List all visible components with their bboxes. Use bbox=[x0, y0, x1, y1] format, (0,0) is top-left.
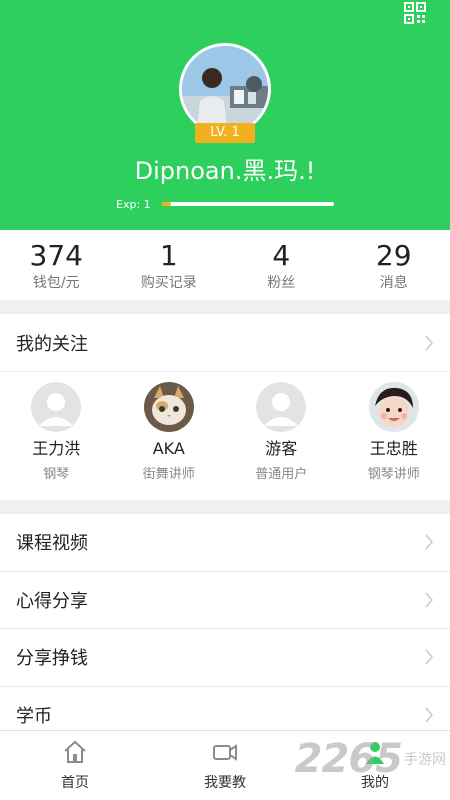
following-list: 王力洪 钢琴 AKA 街舞讲师 游客 普通用户 王忠胜 钢琴讲师 bbox=[0, 372, 450, 484]
level-badge: LV. 1 bbox=[195, 123, 255, 143]
default-avatar bbox=[256, 382, 307, 432]
menu-list: 课程视频 心得分享 分享挣钱 学币 bbox=[0, 514, 450, 744]
stat-label: 购买记录 bbox=[140, 275, 197, 291]
watermark-number: 2265 bbox=[294, 736, 403, 782]
user-avatar[interactable] bbox=[179, 43, 271, 135]
person-role: 钢琴 bbox=[43, 467, 70, 482]
chevron-right-icon bbox=[425, 592, 433, 608]
chevron-right-icon bbox=[425, 534, 433, 550]
followed-person[interactable]: AKA 街舞讲师 bbox=[113, 382, 226, 484]
default-avatar-icon bbox=[256, 382, 307, 432]
exp-progress-bar bbox=[162, 202, 334, 206]
default-avatar-icon bbox=[31, 382, 82, 432]
person-name: 王忠胜 bbox=[369, 439, 418, 458]
stat-label: 钱包/元 bbox=[32, 275, 80, 291]
person-name: AKA bbox=[152, 439, 185, 458]
followed-person[interactable]: 王力洪 钢琴 bbox=[0, 382, 113, 484]
default-avatar bbox=[31, 382, 82, 432]
watermark-text: 手游网 bbox=[404, 752, 446, 768]
user-photo bbox=[182, 46, 268, 132]
person-role: 街舞讲师 bbox=[142, 467, 195, 482]
qr-code-icon[interactable] bbox=[404, 2, 426, 24]
tab-label: 我要教 bbox=[204, 775, 246, 791]
stats-row: 374 钱包/元 1 购买记录 4 粉丝 29 消息 bbox=[0, 230, 450, 300]
stat-label: 粉丝 bbox=[267, 275, 296, 291]
tab-teach[interactable]: 我要教 bbox=[150, 731, 300, 800]
following-section: 我的关注 王力洪 钢琴 AKA 街舞讲师 游客 普通用户 王忠胜 钢琴讲师 bbox=[0, 314, 450, 500]
stat-fans[interactable]: 4 粉丝 bbox=[225, 230, 338, 300]
person-name: 王力洪 bbox=[32, 439, 81, 458]
menu-item-share-earn[interactable]: 分享挣钱 bbox=[0, 629, 450, 687]
video-camera-icon bbox=[213, 744, 237, 761]
stat-purchases[interactable]: 1 购买记录 bbox=[113, 230, 226, 300]
following-header[interactable]: 我的关注 bbox=[0, 314, 450, 372]
followed-person[interactable]: 王忠胜 钢琴讲师 bbox=[338, 382, 450, 484]
stat-label: 消息 bbox=[379, 275, 408, 291]
profile-header: LV. 1 Dipnoan.黑.玛.! Exp: 1 bbox=[0, 0, 450, 230]
person-role: 钢琴讲师 bbox=[367, 467, 420, 482]
cat-photo bbox=[143, 382, 194, 432]
chevron-right-icon bbox=[425, 649, 433, 665]
following-title: 我的关注 bbox=[16, 333, 88, 355]
menu-label: 分享挣钱 bbox=[16, 648, 88, 670]
chevron-right-icon bbox=[425, 335, 433, 350]
stat-value: 4 bbox=[272, 239, 291, 272]
username: Dipnoan.黑.玛.! bbox=[134, 157, 316, 185]
exp-progress-fill bbox=[162, 202, 171, 206]
menu-label: 学币 bbox=[16, 705, 52, 727]
menu-item-course-videos[interactable]: 课程视频 bbox=[0, 514, 450, 572]
menu-item-experience-sharing[interactable]: 心得分享 bbox=[0, 572, 450, 629]
tab-label: 首页 bbox=[61, 775, 89, 791]
menu-label: 课程视频 bbox=[16, 533, 88, 555]
person-name: 游客 bbox=[265, 439, 298, 458]
menu-label: 心得分享 bbox=[16, 590, 88, 612]
exp-label: Exp: 1 bbox=[116, 198, 151, 211]
stat-value: 29 bbox=[375, 239, 412, 272]
tab-home[interactable]: 首页 bbox=[0, 731, 150, 800]
cat-avatar bbox=[143, 382, 194, 432]
stat-wallet[interactable]: 374 钱包/元 bbox=[0, 230, 113, 300]
chevron-right-icon bbox=[425, 707, 433, 723]
stat-messages[interactable]: 29 消息 bbox=[338, 230, 450, 300]
child-photo bbox=[368, 382, 419, 432]
person-role: 普通用户 bbox=[255, 467, 308, 482]
followed-person[interactable]: 游客 普通用户 bbox=[225, 382, 338, 484]
home-icon bbox=[64, 740, 86, 763]
stat-value: 1 bbox=[159, 239, 178, 272]
stat-value: 374 bbox=[29, 239, 83, 272]
child-avatar bbox=[368, 382, 419, 432]
site-watermark: 2265 手游网 bbox=[295, 736, 446, 782]
